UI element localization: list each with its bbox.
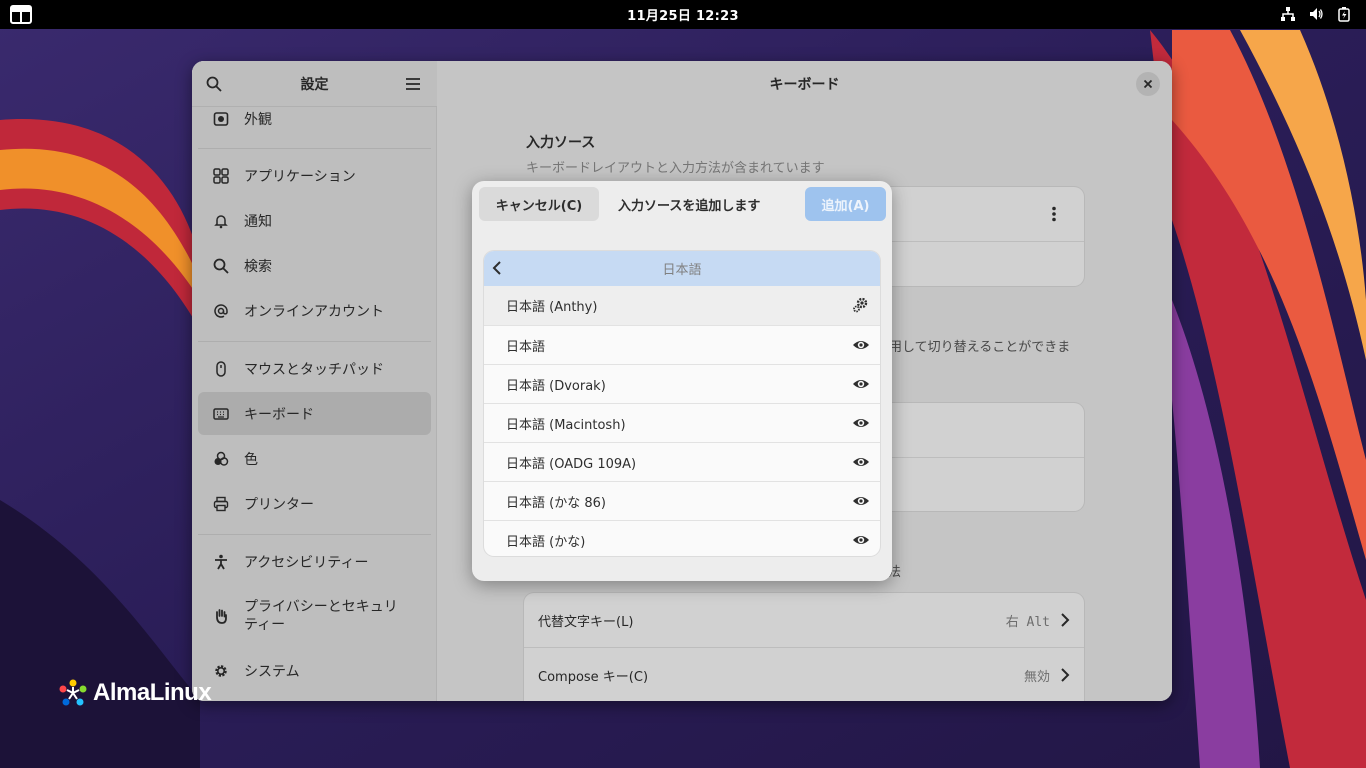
system-status-area[interactable]: [1280, 6, 1352, 22]
list-item-label: 日本語: [506, 339, 546, 355]
add-button[interactable]: 追加(A): [805, 187, 886, 221]
almalinux-logo-icon: [59, 679, 87, 706]
add-input-source-dialog: キャンセル(C) 入力ソースを追加します 追加(A) 日本語 日本語 (Anth…: [472, 181, 892, 581]
settings-gear-icon: [853, 297, 868, 313]
input-source-list: 日本語 日本語 (Anthy) 日本語 日本語 (Dvorak) 日本語 (Ma…: [484, 251, 880, 556]
network-icon: [1281, 7, 1295, 21]
eye-icon[interactable]: [852, 531, 870, 549]
almalinux-logo: AlmaLinux: [57, 677, 212, 709]
list-item[interactable]: 日本語 (Dvorak): [484, 364, 880, 403]
eye-icon[interactable]: [852, 336, 870, 354]
list-item[interactable]: 日本語 (Anthy): [484, 286, 880, 325]
chevron-left-icon[interactable]: [488, 259, 506, 277]
list-item[interactable]: 日本語 (かな): [484, 520, 880, 556]
list-item-label: 日本語 (Dvorak): [506, 378, 606, 394]
list-item-label: 日本語 (OADG 109A): [506, 456, 637, 472]
eye-icon[interactable]: [852, 414, 870, 432]
list-item-label: 日本語 (Anthy): [506, 300, 598, 315]
list-item-label: 日本語 (Macintosh): [506, 417, 626, 433]
cancel-button[interactable]: キャンセル(C): [479, 187, 599, 221]
dialog-title: 入力ソースを追加します: [618, 199, 761, 214]
activities-icon[interactable]: [10, 5, 32, 24]
list-item-label: 日本語 (かな 86): [506, 495, 606, 511]
logo-text: AlmaLinux: [93, 679, 212, 706]
list-header[interactable]: 日本語: [484, 251, 880, 286]
top-bar: 11月25日 12:23: [0, 0, 1366, 29]
volume-icon: [1310, 8, 1323, 20]
eye-icon[interactable]: [852, 492, 870, 510]
clock[interactable]: 11月25日 12:23: [627, 5, 739, 24]
list-item[interactable]: 日本語: [484, 325, 880, 364]
eye-icon[interactable]: [852, 453, 870, 471]
battery-icon: [1338, 7, 1350, 22]
eye-icon[interactable]: [852, 375, 870, 393]
list-item[interactable]: 日本語 (かな 86): [484, 481, 880, 520]
list-item[interactable]: 日本語 (Macintosh): [484, 403, 880, 442]
list-item[interactable]: 日本語 (OADG 109A): [484, 442, 880, 481]
list-item-label: 日本語 (かな): [506, 534, 586, 550]
list-header-label: 日本語: [662, 263, 702, 278]
